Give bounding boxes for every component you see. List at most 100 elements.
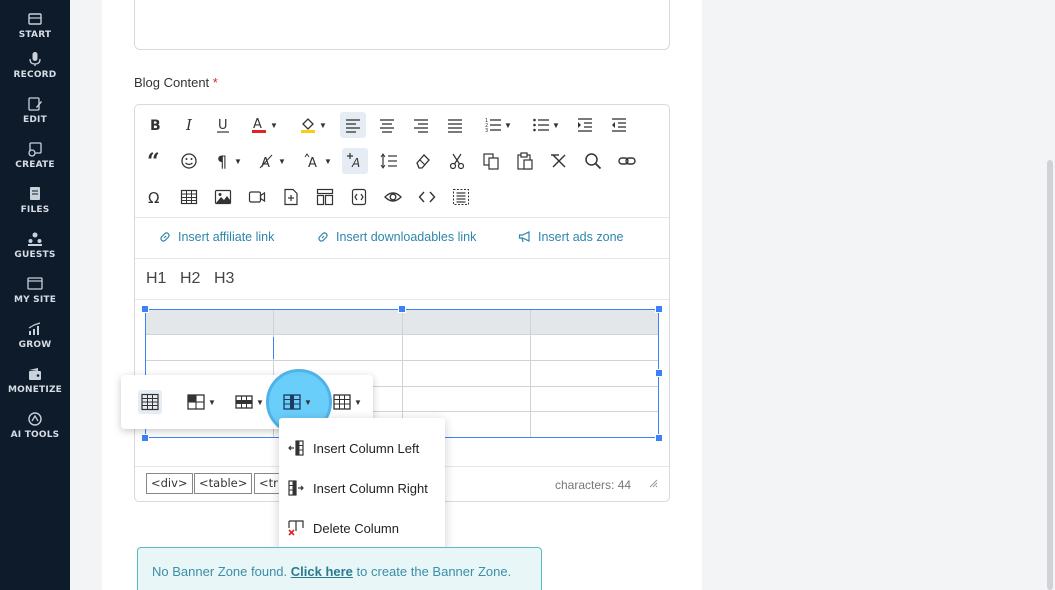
resize-handle[interactable] <box>141 434 149 442</box>
sidebar-item-guests[interactable]: GUESTS <box>0 220 70 260</box>
svg-text:I: I <box>185 116 193 134</box>
chevron-down-icon: ▼ <box>504 120 512 130</box>
sidebar: START RECORD EDIT CREATE FILES GUESTS MY… <box>0 0 70 590</box>
table-cell[interactable] <box>144 309 275 335</box>
table-header-button[interactable]: ▼ <box>184 390 218 414</box>
insert-ads-zone-button[interactable]: Insert ads zone <box>518 230 623 244</box>
table-column-button[interactable]: ▼ <box>280 390 314 414</box>
table-cell[interactable] <box>401 385 531 413</box>
table-cell[interactable] <box>401 334 531 361</box>
insert-template-button[interactable] <box>312 184 338 210</box>
resize-handle[interactable] <box>655 369 663 377</box>
svg-text:U: U <box>218 118 228 133</box>
table-cell[interactable] <box>273 309 403 335</box>
table-cell-button[interactable]: ▼ <box>330 390 364 414</box>
resize-handle[interactable] <box>398 305 406 313</box>
blockquote-button[interactable]: “ <box>142 148 168 174</box>
insert-affiliate-link-button[interactable]: Insert affiliate link <box>158 230 274 244</box>
table-cell[interactable] <box>529 411 660 438</box>
text-color-button[interactable]: A ▼ <box>244 112 284 138</box>
scrollbar-thumb[interactable] <box>1047 160 1053 590</box>
bold-button[interactable]: B <box>142 112 168 138</box>
insert-link-button[interactable] <box>614 148 640 174</box>
resize-handle[interactable] <box>655 305 663 313</box>
align-center-button[interactable] <box>374 112 400 138</box>
underline-button[interactable]: U <box>210 112 236 138</box>
heading-3-button[interactable]: H3 <box>214 270 234 288</box>
preview-button[interactable] <box>380 184 406 210</box>
line-height-button[interactable]: A <box>342 148 368 174</box>
align-left-button[interactable] <box>340 112 366 138</box>
required-mark: * <box>212 75 218 90</box>
paragraph-format-button[interactable]: ¶ ▼ <box>210 148 246 174</box>
svg-text:3: 3 <box>485 128 488 134</box>
insert-column-left-item[interactable]: Insert Column Left <box>279 428 445 468</box>
table-cell[interactable] <box>401 309 531 335</box>
highlight-color-button[interactable]: ▼ <box>293 112 333 138</box>
table-cell[interactable] <box>529 309 660 335</box>
link-icon <box>160 232 170 242</box>
insert-column-right-item[interactable]: Insert Column Right <box>279 468 445 508</box>
table-cell[interactable] <box>401 359 531 387</box>
emoji-button[interactable] <box>176 148 202 174</box>
table-cell[interactable] <box>529 334 660 361</box>
sidebar-item-edit[interactable]: EDIT <box>0 85 70 125</box>
insert-downloadables-link-button[interactable]: Insert downloadables link <box>316 230 476 244</box>
align-right-button[interactable] <box>408 112 434 138</box>
table-cell[interactable] <box>144 334 275 361</box>
embed-code-button[interactable] <box>346 184 372 210</box>
chevron-down-icon: ▼ <box>354 397 362 407</box>
ai-tools-icon <box>28 412 42 426</box>
copy-button[interactable] <box>478 148 504 174</box>
path-tag-div[interactable]: <div> <box>146 473 193 494</box>
sidebar-item-create[interactable]: CREATE <box>0 130 70 170</box>
create-banner-zone-link[interactable]: Click here <box>291 564 353 579</box>
cut-button[interactable] <box>444 148 470 174</box>
paste-button[interactable] <box>512 148 538 174</box>
delete-column-item[interactable]: Delete Column <box>279 508 445 548</box>
path-tag-table[interactable]: <table> <box>194 473 253 494</box>
sidebar-item-my-site[interactable]: MY SITE <box>0 265 70 305</box>
resize-handle[interactable] <box>655 434 663 442</box>
select-all-button[interactable] <box>448 184 474 210</box>
bullet-list-button[interactable]: ▼ <box>526 112 566 138</box>
table-cell[interactable] <box>529 385 660 413</box>
font-size-button[interactable]: A ▼ <box>300 148 336 174</box>
previous-field-textarea[interactable] <box>134 0 670 50</box>
sidebar-item-start[interactable]: START <box>0 0 70 40</box>
ordered-list-button[interactable]: 1 2 3 ▼ <box>478 112 518 138</box>
sidebar-item-ai-tools[interactable]: AI TOOLS <box>0 400 70 440</box>
clear-format-button[interactable] <box>410 148 436 174</box>
resize-grip-icon[interactable] <box>648 478 658 488</box>
sidebar-item-monetize[interactable]: MONETIZE <box>0 355 70 395</box>
heading-2-button[interactable]: H2 <box>180 270 200 288</box>
sidebar-item-files[interactable]: FILES <box>0 175 70 215</box>
svg-text:A: A <box>308 156 317 170</box>
table-row-button[interactable]: ▼ <box>232 390 266 414</box>
insert-image-button[interactable] <box>210 184 236 210</box>
special-character-button[interactable]: Ω <box>142 184 168 210</box>
insert-file-button[interactable] <box>278 184 304 210</box>
paragraph-spacing-button[interactable] <box>376 148 402 174</box>
source-code-button[interactable] <box>414 184 440 210</box>
italic-button[interactable]: I <box>176 112 202 138</box>
indent-button[interactable] <box>572 112 598 138</box>
monetize-icon <box>29 368 41 380</box>
table-cell[interactable] <box>273 334 403 361</box>
heading-1-button[interactable]: H1 <box>146 270 166 288</box>
table-properties-button[interactable] <box>138 390 162 414</box>
insert-table-button[interactable] <box>176 184 202 210</box>
sidebar-item-grow[interactable]: GROW <box>0 310 70 350</box>
outdent-button[interactable] <box>606 112 632 138</box>
font-family-button[interactable]: A ▼ <box>254 148 290 174</box>
table-cell[interactable] <box>529 359 660 387</box>
resize-handle[interactable] <box>141 305 149 313</box>
search-button[interactable] <box>580 148 606 174</box>
insert-video-button[interactable] <box>244 184 270 210</box>
remove-format-button[interactable] <box>546 148 572 174</box>
sidebar-item-record[interactable]: RECORD <box>0 40 70 80</box>
align-left-icon <box>346 119 360 133</box>
align-justify-button[interactable] <box>442 112 468 138</box>
svg-text:Ω: Ω <box>148 189 159 206</box>
table-cell-icon <box>333 394 351 410</box>
